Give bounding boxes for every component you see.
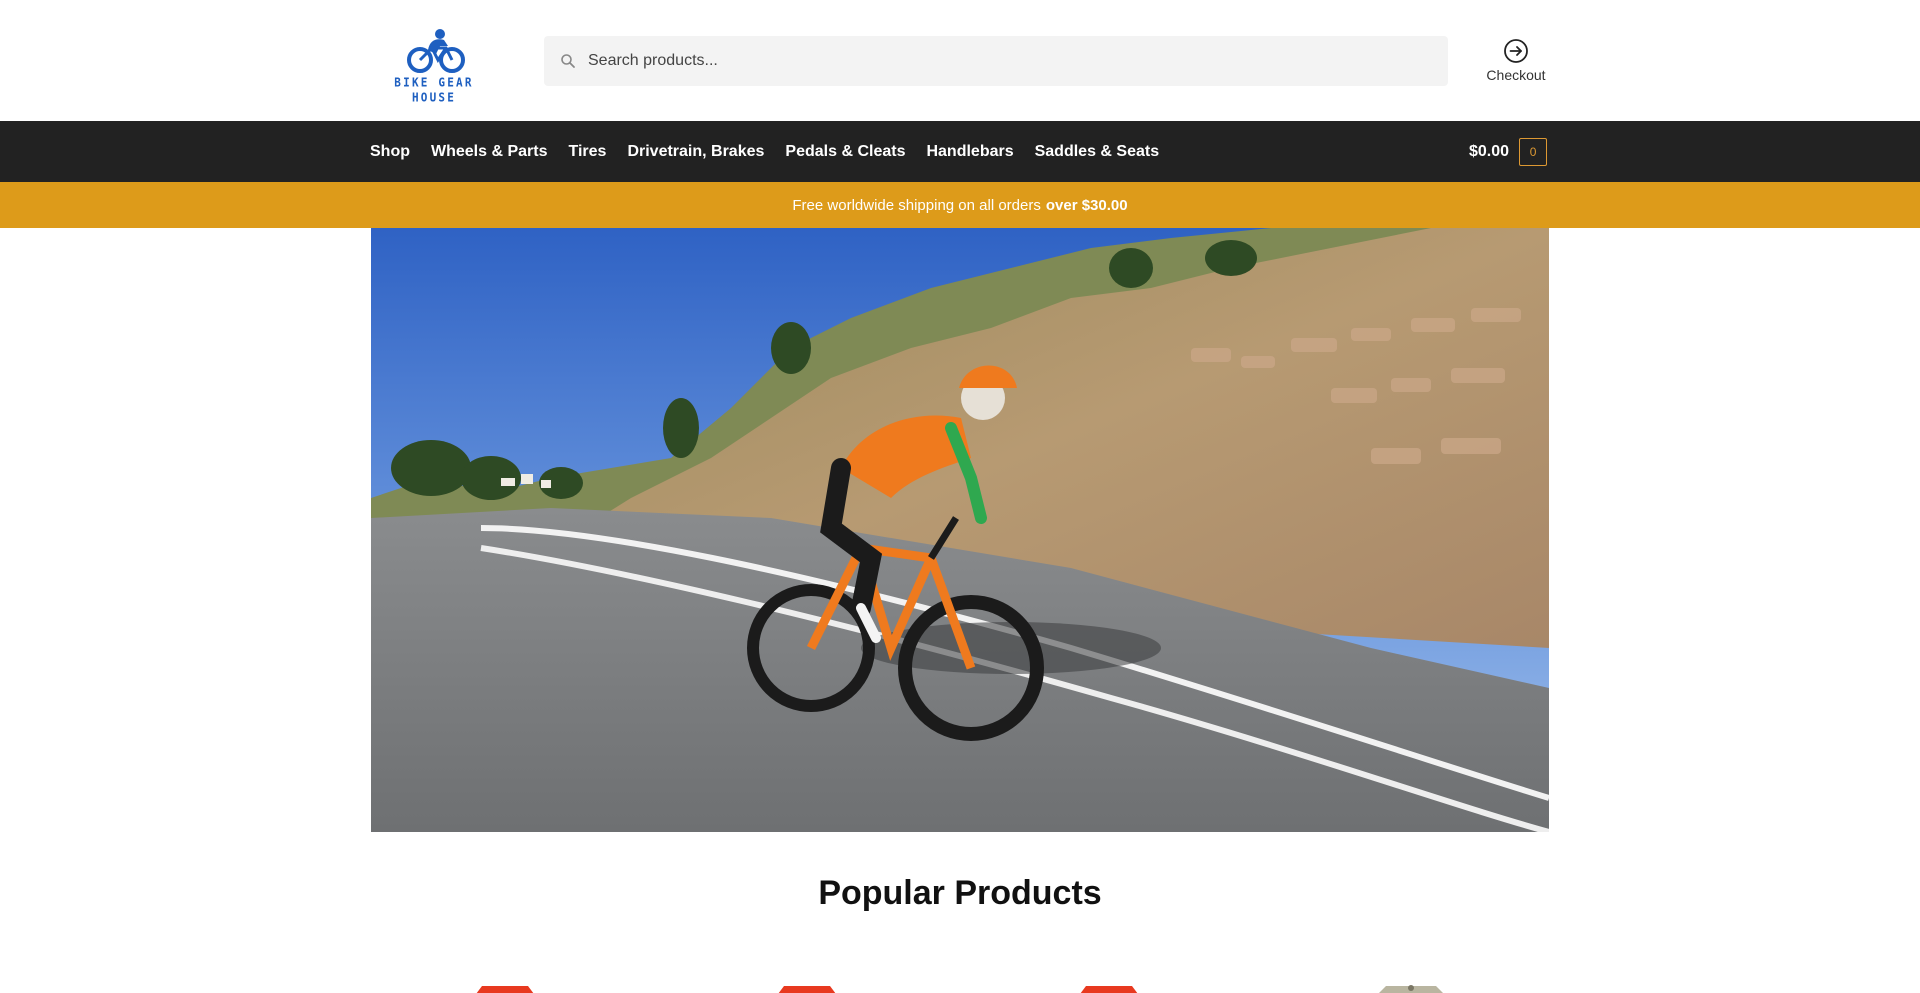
- cart-button[interactable]: $0.00 0: [1469, 138, 1548, 166]
- nav-menu: Shop Wheels & Parts Tires Drivetrain, Br…: [370, 121, 1180, 182]
- logo-wordmark: BIKE GEAR HOUSE: [394, 75, 474, 105]
- promo-text: Free worldwide shipping on all orders: [792, 196, 1041, 214]
- arrow-circle-right-icon: [1504, 39, 1528, 63]
- nav-item-tires[interactable]: Tires: [568, 143, 606, 161]
- nav-item-saddles-seats[interactable]: Saddles & Seats: [1035, 143, 1160, 161]
- nav-item-wheels-parts[interactable]: Wheels & Parts: [431, 143, 547, 161]
- promo-highlight: over $30.00: [1045, 196, 1128, 214]
- nav-item-pedals-cleats[interactable]: Pedals & Cleats: [785, 143, 905, 161]
- cart-total: $0.00: [1469, 143, 1510, 160]
- nav-item-shop[interactable]: Shop: [370, 143, 410, 161]
- product-thumbnail: [1080, 986, 1138, 993]
- search-icon: [561, 54, 575, 68]
- nav-item-handlebars[interactable]: Handlebars: [926, 143, 1013, 161]
- site-logo[interactable]: BIKE GEAR HOUSE: [370, 28, 498, 105]
- promo-banner: Free worldwide shipping on all orders ov…: [0, 182, 1920, 228]
- search-bar: [544, 36, 1448, 86]
- product-thumbnail: [1379, 985, 1443, 993]
- cyclist-logo-icon: [407, 29, 465, 73]
- nav-item-drivetrain-brakes[interactable]: Drivetrain, Brakes: [627, 143, 764, 161]
- product-card[interactable]: [1054, 982, 1164, 993]
- product-thumbnail: [476, 986, 534, 993]
- cart-count-badge: 0: [1519, 138, 1548, 166]
- checkout-link[interactable]: Checkout: [1468, 38, 1564, 88]
- search-input[interactable]: [588, 36, 1428, 86]
- cyclist-road-photo: [371, 228, 1549, 832]
- checkout-label: Checkout: [1486, 67, 1546, 83]
- hero-image: [371, 228, 1549, 832]
- product-card[interactable]: [450, 982, 560, 993]
- product-card[interactable]: [752, 982, 862, 993]
- product-card[interactable]: [1356, 982, 1466, 993]
- main-navigation: Shop Wheels & Parts Tires Drivetrain, Br…: [0, 121, 1920, 182]
- product-thumbnail: [778, 986, 836, 993]
- popular-products-heading: Popular Products: [818, 874, 1102, 912]
- site-header: BIKE GEAR HOUSE Checkout: [0, 0, 1920, 121]
